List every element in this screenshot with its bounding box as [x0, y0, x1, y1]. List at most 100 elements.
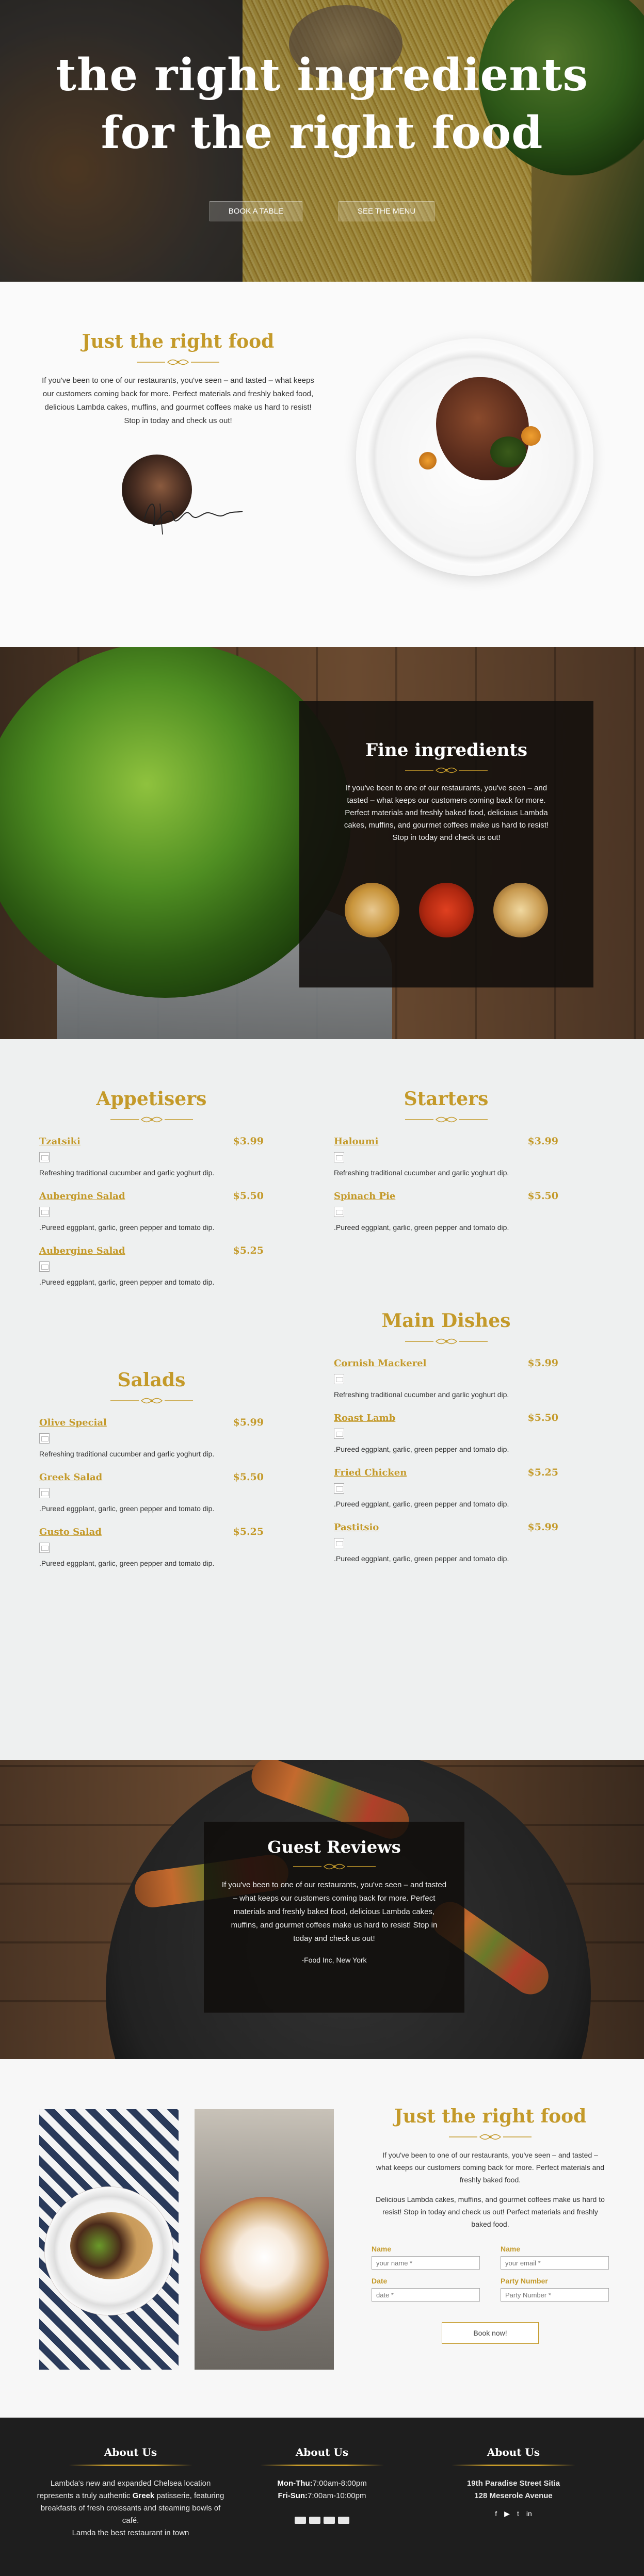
menu-item[interactable]: Aubergine Salad $5.50 .Pureed eggplant, g…	[39, 1190, 264, 1232]
hero-title: the right ingredients for the right food	[0, 46, 644, 162]
footer-address-line1: 19th Paradise Street Sitia	[466, 2479, 560, 2488]
guest-reviews-section: Guest Reviews If you've been to one of o…	[0, 1760, 644, 2059]
ornament-divider-icon	[405, 767, 488, 773]
footer-divider	[452, 2465, 575, 2466]
name-label: Name	[372, 2245, 392, 2253]
social-links: f ▶ t in	[415, 2509, 611, 2518]
twitter-icon[interactable]: t	[517, 2509, 519, 2518]
reservation-section: Just the right food If you've been to on…	[0, 2059, 644, 2418]
dish-price: $5.50	[527, 1190, 559, 1202]
dish-price: $5.25	[527, 1467, 559, 1478]
dish-thumbnail-icon	[334, 1483, 344, 1494]
email-label: Name	[501, 2245, 521, 2253]
dish-thumbnail-icon	[39, 1543, 50, 1553]
dish-price: $5.99	[233, 1417, 264, 1428]
footer-hours-column: About Us Mon-Thu:7:00am-8:00pm Fri-Sun:7…	[224, 2446, 420, 2524]
menu-item[interactable]: Gusto Salad $5.25 .Pureed eggplant, garli…	[39, 1526, 264, 1567]
dish-thumbnail-icon	[334, 1429, 344, 1439]
intro-section: Just the right food If you've been to on…	[0, 282, 644, 647]
dish-name[interactable]: Aubergine Salad	[39, 1245, 125, 1256]
dish-description: .Pureed eggplant, garlic, green pepper a…	[39, 1278, 215, 1286]
youtube-icon[interactable]: ▶	[504, 2509, 510, 2518]
footer-divider	[260, 2465, 384, 2466]
menu-item[interactable]: Aubergine Salad $5.25 .Pureed eggplant, g…	[39, 1245, 264, 1286]
date-input[interactable]	[372, 2288, 480, 2302]
menu-item[interactable]: Pastitsio $5.99 .Pureed eggplant, garlic,…	[334, 1521, 558, 1563]
name-input[interactable]	[372, 2256, 480, 2270]
dish-price: $5.50	[233, 1190, 264, 1202]
salads-title: Salads	[117, 1369, 186, 1391]
book-now-button[interactable]: Book now!	[442, 2322, 539, 2344]
menu-item[interactable]: Cornish Mackerel $5.99 Refreshing traditi…	[334, 1357, 558, 1399]
appetisers-title: Appetisers	[96, 1088, 207, 1110]
menu-item[interactable]: Haloumi $3.99 Refreshing traditional cucu…	[334, 1136, 558, 1177]
dish-thumbnail-icon	[39, 1488, 50, 1498]
dish-name[interactable]: Haloumi	[334, 1136, 378, 1147]
menu-item[interactable]: Spinach Pie $5.50 .Pureed eggplant, garli…	[334, 1190, 558, 1232]
party-number-input[interactable]	[501, 2288, 609, 2302]
dish-description: .Pureed eggplant, garlic, green pepper a…	[39, 1223, 215, 1232]
dish-name[interactable]: Pastitsio	[334, 1522, 379, 1533]
nuts-bowl-image	[493, 883, 548, 937]
footer-hours-weekday: Mon-Thu:7:00am-8:00pm	[277, 2479, 367, 2488]
footer-hours-weekend: Fri-Sun:7:00am-10:00pm	[278, 2491, 366, 2500]
ingredient-bowls	[299, 883, 593, 937]
dish-description: .Pureed eggplant, garlic, green pepper a…	[334, 1554, 509, 1563]
dish-name[interactable]: Roast Lamb	[334, 1413, 395, 1423]
dish-description: .Pureed eggplant, garlic, green pepper a…	[334, 1500, 509, 1508]
facebook-icon[interactable]: f	[495, 2509, 497, 2518]
dish-thumbnail-icon	[334, 1152, 344, 1162]
footer: About Us Lambda's new and expanded Chels…	[0, 2418, 644, 2576]
party-number-label: Party Number	[501, 2277, 548, 2285]
reservation-paragraph-1: If you've been to one of our restaurants…	[376, 2151, 604, 2184]
menu-item[interactable]: Fried Chicken $5.25 .Pureed eggplant, gar…	[334, 1467, 558, 1508]
intro-text-block: Just the right food If you've been to on…	[41, 331, 315, 428]
see-menu-button[interactable]: SEE THE MENU	[338, 201, 435, 221]
reservation-fields: Name Name Date Party Number	[372, 2245, 609, 2302]
dish-price: $5.50	[527, 1412, 559, 1423]
dish-price: $3.99	[233, 1136, 264, 1147]
dish-description: .Pureed eggplant, garlic, green pepper a…	[39, 1504, 215, 1513]
dish-name[interactable]: Cornish Mackerel	[334, 1358, 426, 1369]
menu-item[interactable]: Olive Special $5.99 Refreshing traditiona…	[39, 1417, 264, 1458]
menu-item[interactable]: Roast Lamb $5.50 .Pureed eggplant, garlic…	[334, 1412, 558, 1453]
dish-name[interactable]: Spinach Pie	[334, 1191, 395, 1202]
fine-ingredients-paragraph: If you've been to one of our restaurants…	[344, 784, 549, 842]
fine-ingredients-title: Fine ingredients	[365, 740, 528, 760]
menu-item[interactable]: Greek Salad $5.50 .Pureed eggplant, garli…	[39, 1471, 264, 1513]
footer-address-column: About Us 19th Paradise Street Sitia 128 …	[415, 2446, 611, 2518]
dish-description: Refreshing traditional cucumber and garl…	[39, 1450, 215, 1458]
hero-title-line2: for the right food	[101, 107, 543, 159]
steak-dinner-photo	[39, 2109, 179, 2370]
dish-thumbnail-icon	[39, 1207, 50, 1217]
dish-description: Refreshing traditional cucumber and garl…	[39, 1169, 215, 1177]
dish-description: .Pureed eggplant, garlic, green pepper a…	[334, 1445, 509, 1453]
dish-thumbnail-icon	[39, 1152, 50, 1162]
fine-ingredients-box: Fine ingredients If you've been to one o…	[299, 701, 593, 987]
review-author: -Food Inc, New York	[301, 1956, 367, 1964]
guest-reviews-box: Guest Reviews If you've been to one of o…	[204, 1822, 464, 2013]
reservation-form: Just the right food If you've been to on…	[361, 2105, 619, 2344]
dish-name[interactable]: Gusto Salad	[39, 1527, 102, 1537]
linkedin-icon[interactable]: in	[526, 2509, 532, 2518]
dish-name[interactable]: Fried Chicken	[334, 1467, 407, 1478]
chef-signature	[144, 503, 243, 535]
dish-name[interactable]: Greek Salad	[39, 1472, 102, 1483]
footer-address-line2: 128 Meserole Avenue	[474, 2491, 553, 2500]
menu-item[interactable]: Tzatsiki $3.99 Refreshing traditional cuc…	[39, 1136, 264, 1177]
dish-name[interactable]: Aubergine Salad	[39, 1191, 125, 1202]
ornament-divider-icon	[449, 2134, 532, 2140]
starters-title: Starters	[404, 1088, 489, 1110]
dish-name[interactable]: Tzatsiki	[39, 1136, 81, 1147]
main-dishes-column: Main Dishes Cornish Mackerel $5.99 Refres…	[334, 1310, 558, 1576]
amex-card-icon	[324, 2517, 335, 2524]
ornament-divider-icon	[110, 1398, 193, 1404]
dish-name[interactable]: Olive Special	[39, 1417, 107, 1428]
book-table-button[interactable]: BOOK A TABLE	[209, 201, 302, 221]
yogurt-granola-photo	[195, 2109, 334, 2370]
footer-divider	[69, 2465, 192, 2466]
reservation-title: Just the right food	[394, 2105, 587, 2127]
dish-description: Refreshing traditional cucumber and garl…	[334, 1390, 509, 1399]
ornament-divider-icon	[293, 1864, 376, 1870]
email-input[interactable]	[501, 2256, 609, 2270]
